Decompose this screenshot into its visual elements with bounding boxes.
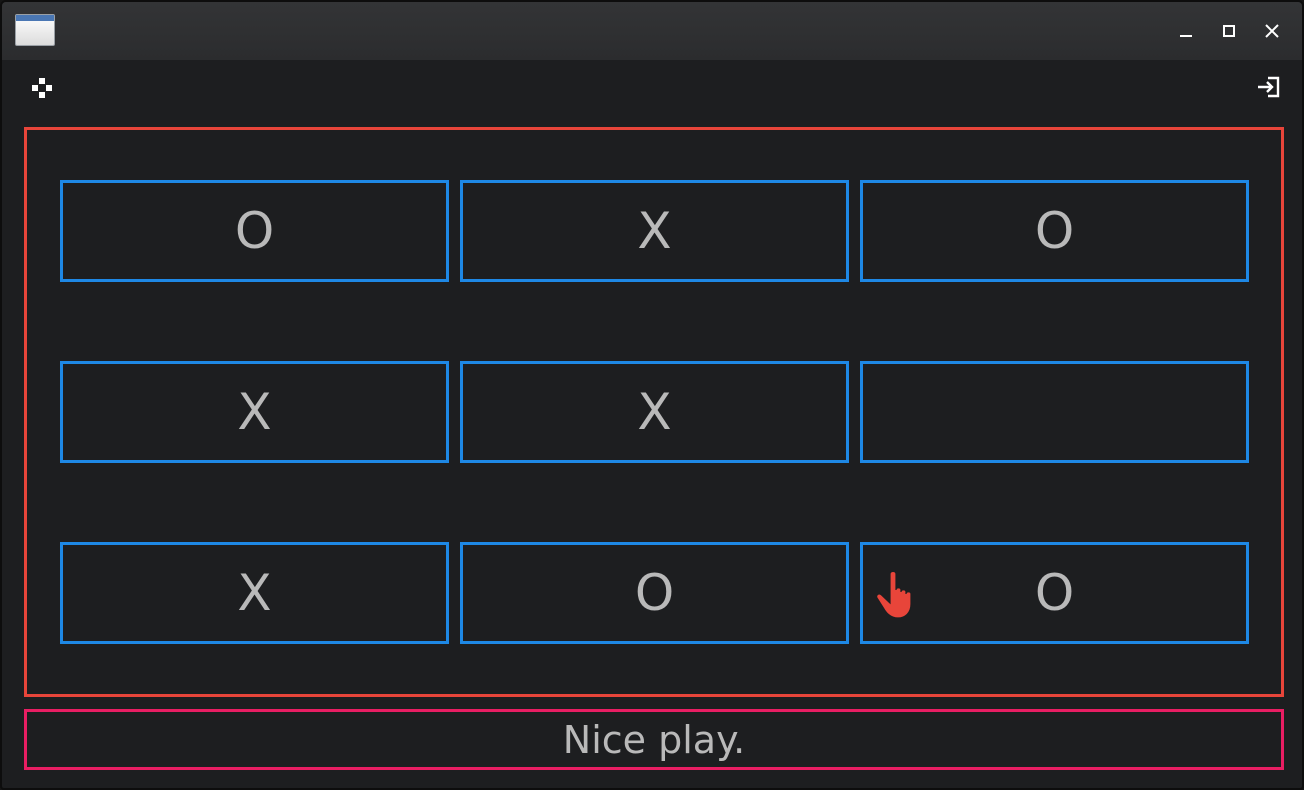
hand-pointer-icon: [876, 570, 912, 619]
status-message: Nice play.: [24, 709, 1284, 770]
minimize-button[interactable]: [1171, 16, 1201, 46]
cell-1[interactable]: O: [60, 180, 449, 282]
exit-icon[interactable]: [1254, 73, 1282, 101]
cell-5[interactable]: X: [460, 361, 849, 463]
cell-8[interactable]: O: [460, 542, 849, 644]
cell-7[interactable]: X: [60, 542, 449, 644]
close-icon: [1265, 24, 1279, 38]
app-icon: [15, 14, 55, 46]
cell-6[interactable]: [860, 361, 1249, 463]
maximize-button[interactable]: [1214, 16, 1244, 46]
cell-4[interactable]: X: [60, 361, 449, 463]
app-window: O X O X X X O O Nice play.: [0, 0, 1304, 790]
game-board: O X O X X X O O: [24, 127, 1284, 697]
minimize-icon: [1180, 35, 1192, 37]
cell-2[interactable]: X: [460, 180, 849, 282]
close-button[interactable]: [1257, 16, 1287, 46]
maximize-icon: [1223, 25, 1235, 37]
title-bar[interactable]: [2, 2, 1302, 60]
cell-3[interactable]: O: [860, 180, 1249, 282]
gamepad-icon[interactable]: [28, 74, 56, 102]
